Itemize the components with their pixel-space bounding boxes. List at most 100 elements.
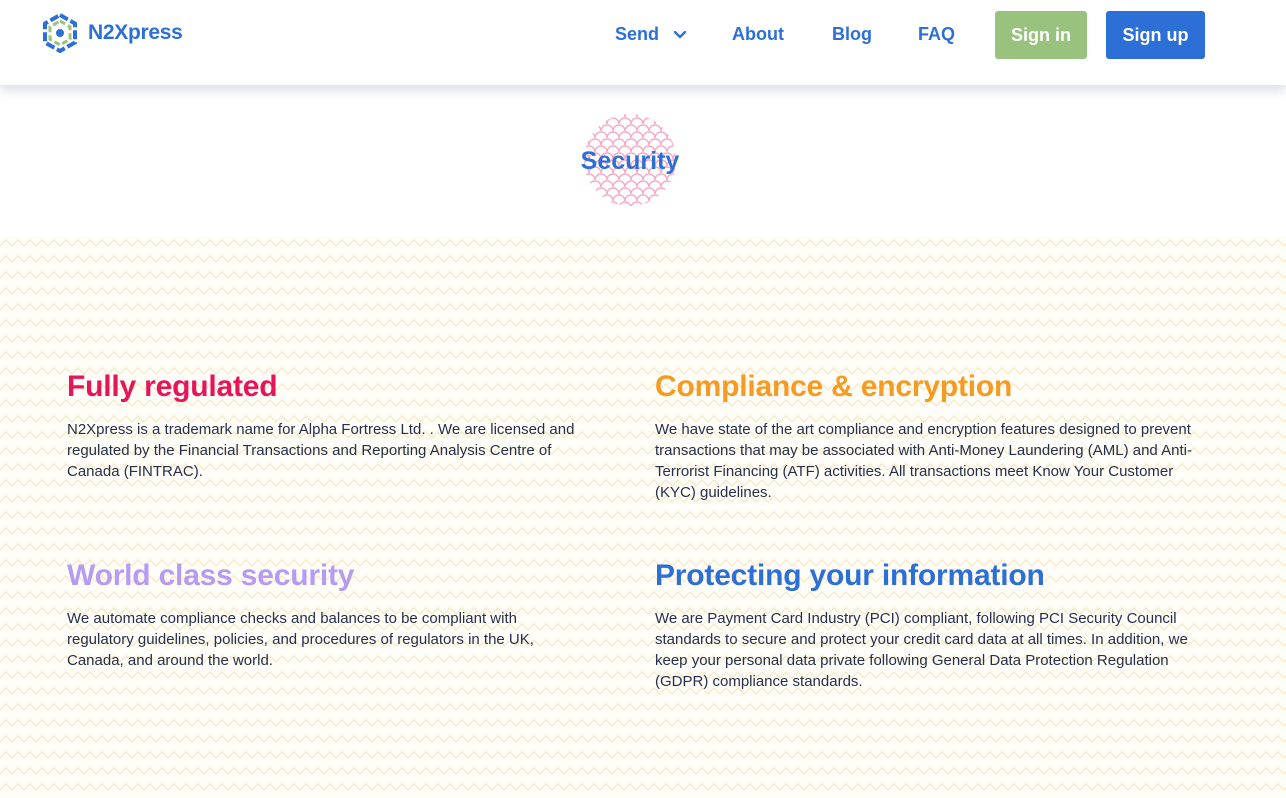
wave-arc — [584, 138, 590, 146]
wave-arc — [660, 138, 674, 146]
wave-arc — [600, 138, 614, 146]
section-heading: Protecting your information — [655, 559, 1045, 592]
section-body: We have state of the art compliance and … — [655, 421, 1192, 501]
wave-arc — [648, 138, 662, 146]
wave-arc — [612, 138, 626, 146]
wave-arc — [612, 124, 626, 132]
wave-arc — [612, 180, 626, 188]
wave-arc — [600, 194, 614, 202]
wave-arc — [636, 194, 650, 202]
wave-arc — [654, 131, 668, 139]
wave-arc — [672, 138, 676, 146]
wave-arc — [666, 187, 676, 195]
wave-arc — [594, 201, 608, 206]
wave-arc — [594, 187, 608, 195]
wave-arc — [600, 124, 614, 132]
wave-arc — [672, 114, 676, 118]
nav-send-label: Send — [615, 24, 660, 44]
nav-send[interactable]: Send — [615, 24, 687, 45]
wave-arc — [642, 117, 656, 125]
wave-arc — [588, 194, 602, 202]
wave-arc — [584, 187, 596, 195]
page-title: Security — [0, 147, 1260, 176]
section-body: N2Xpress is a trademark name for Alpha F… — [67, 421, 575, 480]
wave-arc — [660, 180, 674, 188]
nav-blog[interactable]: Blog — [832, 24, 872, 45]
brand-name: N2Xpress — [88, 21, 183, 44]
wave-arc — [636, 138, 650, 146]
wave-arc — [672, 124, 676, 132]
wave-arc — [630, 201, 644, 206]
wave-arc — [654, 201, 668, 206]
wave-arc — [588, 114, 602, 118]
wave-arc — [666, 201, 676, 206]
wave-arc — [672, 194, 676, 202]
wave-arc — [660, 114, 674, 118]
wave-arc — [584, 201, 596, 206]
wave-arc — [624, 180, 638, 188]
wave-arc — [666, 117, 676, 125]
wave-arc — [648, 180, 662, 188]
wave-arc — [654, 117, 668, 125]
wave-arc — [584, 117, 596, 125]
wave-arc — [624, 138, 638, 146]
wave-arc — [618, 117, 632, 125]
wave-arc — [642, 131, 656, 139]
wave-arc — [588, 180, 602, 188]
wave-arc — [624, 194, 638, 202]
wave-arc — [648, 194, 662, 202]
security-content — [0, 236, 1286, 798]
wave-arc — [606, 201, 620, 206]
wave-arc — [606, 117, 620, 125]
wave-arc — [584, 114, 590, 118]
wave-arc — [606, 131, 620, 139]
wave-arc — [624, 114, 638, 118]
wave-arc — [642, 201, 656, 206]
wave-arc — [600, 114, 614, 118]
section-body: We are Payment Card Industry (PCI) compl… — [655, 610, 1188, 690]
wave-arc — [648, 124, 662, 132]
wave-arc — [666, 131, 676, 139]
wave-arc — [618, 187, 632, 195]
wave-arc — [672, 180, 676, 188]
wave-arc — [654, 187, 668, 195]
sign-in-button[interactable]: Sign in — [995, 11, 1087, 59]
wave-arc — [660, 124, 674, 132]
wave-arc — [630, 131, 644, 139]
wave-arc — [630, 117, 644, 125]
brand-logo[interactable]: N2Xpress — [40, 13, 183, 53]
wave-arc — [624, 124, 638, 132]
wave-arc — [584, 124, 590, 132]
wave-arc — [584, 194, 590, 202]
section-protecting-information: Protecting your information We are Payme… — [655, 558, 1200, 692]
wave-arc — [594, 131, 608, 139]
wave-arc — [588, 138, 602, 146]
section-heading: Fully regulated — [67, 370, 278, 403]
wave-arc — [618, 131, 632, 139]
wave-arc — [636, 114, 650, 118]
section-compliance-encryption: Compliance & encryption We have state of… — [655, 369, 1200, 503]
wave-arc — [636, 180, 650, 188]
page-title-text: Security — [580, 147, 680, 175]
wave-arc — [606, 187, 620, 195]
wave-arc — [612, 114, 626, 118]
wave-arc — [594, 117, 608, 125]
wave-arc — [648, 114, 662, 118]
section-body: We automate compliance checks and balanc… — [67, 610, 534, 669]
wave-arc — [584, 131, 596, 139]
nav-faq[interactable]: FAQ — [918, 24, 955, 45]
sign-up-button[interactable]: Sign up — [1106, 11, 1205, 59]
wave-arc — [588, 124, 602, 132]
nav-about[interactable]: About — [732, 24, 784, 45]
wave-arc — [630, 187, 644, 195]
wave-arc — [584, 180, 590, 188]
wave-arc — [636, 124, 650, 132]
section-heading: Compliance & encryption — [655, 370, 1013, 403]
wave-arc — [618, 201, 632, 206]
chevron-down-icon — [674, 31, 687, 39]
zigzag-background-pattern — [0, 236, 1286, 798]
section-heading: World class security — [67, 559, 355, 592]
wave-arc — [612, 194, 626, 202]
wave-arc — [642, 187, 656, 195]
site-header: N2Xpress Send About Blog FAQ Sign in Sig… — [0, 0, 1286, 85]
